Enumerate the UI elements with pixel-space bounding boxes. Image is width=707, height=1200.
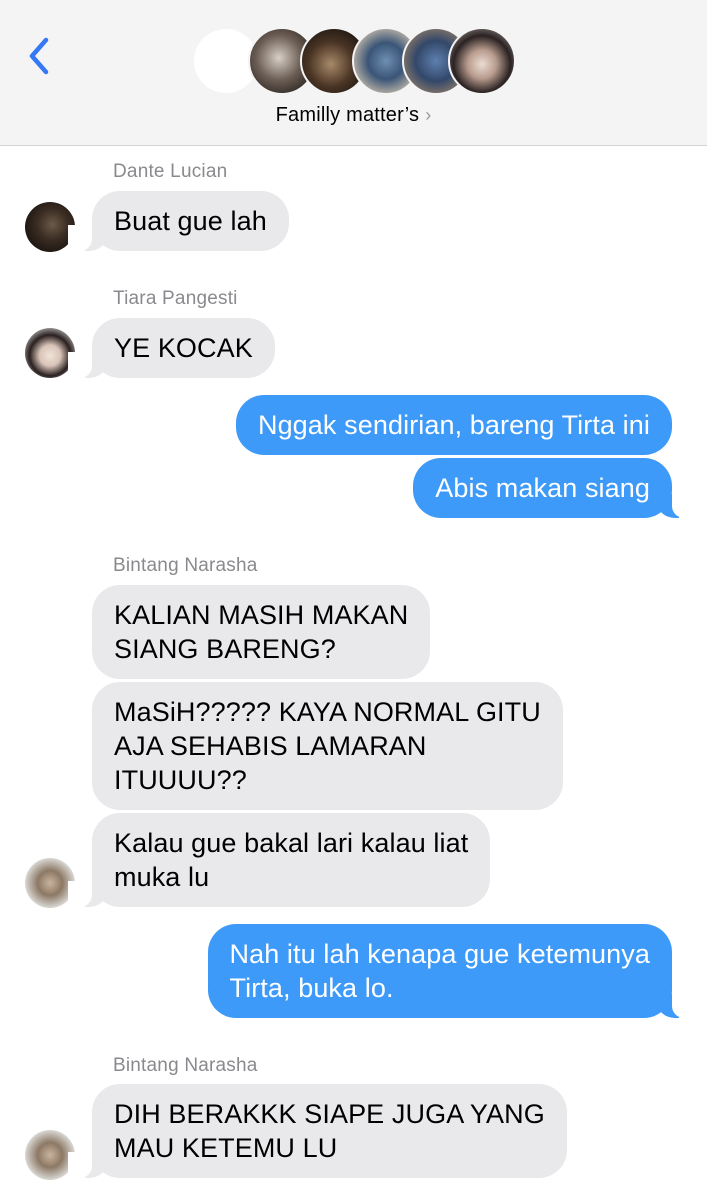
incoming-message-bubble[interactable]: Kalau gue bakal lari kalau liat muka lu xyxy=(67,813,491,907)
group-avatar-stack[interactable] xyxy=(192,27,522,97)
message-text: Nggak sendirian, bareng Tirta ini xyxy=(257,410,650,440)
message-text-line: MAU KETEMU LU xyxy=(114,1133,338,1163)
message-text-line: SIANG BARENG? xyxy=(114,634,336,664)
chevron-right-icon: › xyxy=(425,105,432,125)
sender-name: Bintang Narasha xyxy=(113,1055,258,1076)
message-text-line: muka lu xyxy=(114,862,210,892)
message-text: Buat gue lah xyxy=(114,206,267,236)
message-text-line: Nah itu lah kenapa gue ketemunya xyxy=(229,939,650,969)
outgoing-message-bubble[interactable]: Nggak sendirian, bareng Tirta ini xyxy=(235,395,672,455)
incoming-message-bubble[interactable]: YE KOCAK xyxy=(68,318,275,378)
incoming-message-bubble[interactable]: KALIAN MASIH MAKAN SIANG BARENG? xyxy=(92,585,431,679)
outgoing-message-bubble[interactable]: Abis makan siang xyxy=(413,458,696,518)
message-text: Abis makan siang xyxy=(435,473,650,503)
sender-name: Dante Lucian xyxy=(113,161,228,182)
message-text-line: Kalau gue bakal lari kalau liat xyxy=(114,828,469,858)
incoming-message-bubble[interactable]: Buat gue lah xyxy=(68,191,289,251)
message-text-line: AJA SEHABIS LAMARAN xyxy=(114,731,427,761)
message-text-line: MaSiH????? KAYA NORMAL GITU xyxy=(114,697,541,727)
message-text-line: KALIAN MASIH MAKAN xyxy=(114,600,409,630)
message-text-line: DIH BERAKKK SIAPE JUGA YANG xyxy=(114,1099,545,1129)
group-name: Familly matter’s xyxy=(275,104,420,126)
message-text-line: ITUUUU?? xyxy=(114,765,247,795)
back-button[interactable] xyxy=(22,34,58,78)
chat-header: Familly matter’s › xyxy=(0,0,707,146)
incoming-message-bubble[interactable]: DIH BERAKKK SIAPE JUGA YANG MAU KETEMU L… xyxy=(68,1084,567,1178)
sender-name: Tiara Pangesti xyxy=(113,288,238,309)
group-title[interactable]: Familly matter’s › xyxy=(0,104,707,127)
participant-avatar xyxy=(448,27,516,95)
chevron-left-icon xyxy=(29,37,49,75)
message-text: YE KOCAK xyxy=(114,333,253,363)
message-text-line: Tirta, buka lo. xyxy=(229,973,394,1003)
outgoing-message-bubble[interactable]: Nah itu lah kenapa gue ketemunya Tirta, … xyxy=(207,924,696,1018)
incoming-message-bubble[interactable]: MaSiH????? KAYA NORMAL GITU AJA SEHABIS … xyxy=(92,682,563,810)
sender-name: Bintang Narasha xyxy=(113,555,258,576)
